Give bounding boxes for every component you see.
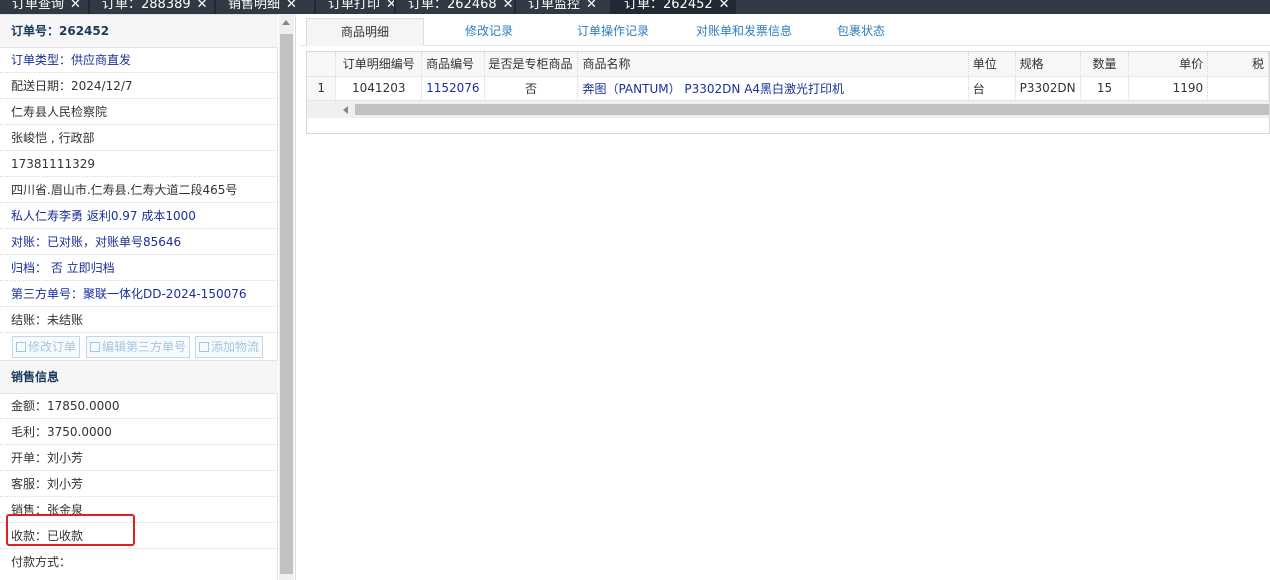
edit-icon bbox=[16, 342, 26, 352]
sales-info-header: 销售信息 bbox=[0, 360, 278, 394]
scroll-up-arrow-icon[interactable] bbox=[282, 20, 290, 25]
reconciliation-status: 对账：已对账，对账单号85646 bbox=[0, 229, 278, 255]
table-row[interactable]: 1 1041203 1152076 否 奔图（PANTUM） P3302DN A… bbox=[307, 76, 1269, 101]
tab-reconciliation-invoice[interactable]: 对账单和发票信息 bbox=[680, 18, 808, 46]
column-header[interactable]: 单价 bbox=[1128, 52, 1209, 77]
close-icon[interactable]: ✕ bbox=[719, 0, 730, 12]
detail-id-cell: 1041203 bbox=[335, 76, 423, 101]
sales-amount: 金额：17850.0000 bbox=[0, 393, 278, 419]
product-name-link[interactable]: 奔图（PANTUM） P3302DN A4黑白激光打印机 bbox=[577, 76, 969, 101]
grid-horizontal-scrollbar[interactable] bbox=[307, 101, 1269, 118]
close-icon[interactable]: ✕ bbox=[197, 0, 208, 12]
top-tab-bar: 订单查询 ✕ 订单：288389 ✕ 销售明细 ✕ 订单打印 ✕ 订单：262468 ✕ … bbox=[0, 0, 1270, 14]
gross-profit: 毛利：3750.0000 bbox=[0, 419, 278, 445]
customer-name: 仁寿县人民检察院 bbox=[0, 99, 278, 125]
tax-cell bbox=[1207, 76, 1269, 101]
settlement-status: 结账：未结账 bbox=[0, 307, 278, 333]
column-header[interactable]: 订单明细编号 bbox=[335, 52, 423, 77]
product-detail-grid: 订单明细编号 商品编号 是否是专柜商品 商品名称 单位 规格 数量 单价 税 1… bbox=[306, 51, 1270, 134]
horizontal-scrollbar-thumb[interactable] bbox=[355, 104, 1269, 115]
top-tab-label: 订单：262468 bbox=[408, 0, 497, 12]
row-number: 1 bbox=[307, 76, 337, 101]
column-header[interactable]: 是否是专柜商品 bbox=[484, 52, 579, 77]
top-tab-label: 销售明细 bbox=[228, 0, 281, 12]
tab-package-status[interactable]: 包裹状态 bbox=[812, 18, 910, 46]
row-number-header bbox=[307, 52, 337, 77]
contact-phone: 17381111329 bbox=[0, 151, 278, 177]
delivery-address: 四川省.眉山市.仁寿县.仁寿大道二段465号 bbox=[0, 177, 278, 203]
close-icon[interactable]: ✕ bbox=[286, 0, 297, 12]
column-header[interactable]: 数量 bbox=[1080, 52, 1130, 77]
top-tab-label: 订单打印 bbox=[328, 0, 381, 12]
unit-cell: 台 bbox=[968, 76, 1016, 101]
table-header-row: 订单明细编号 商品编号 是否是专柜商品 商品名称 单位 规格 数量 单价 税 bbox=[307, 52, 1269, 77]
top-tab-order-262452[interactable]: 订单：262452 ✕ bbox=[612, 0, 736, 14]
order-detail-panel: 商品明细 修改记录 订单操作记录 对账单和发票信息 包裹状态 订单明细编号 商品… bbox=[300, 14, 1270, 580]
top-tab-order-query[interactable]: 订单查询 ✕ bbox=[0, 0, 90, 14]
tab-product-details[interactable]: 商品明细 bbox=[306, 18, 424, 46]
edit-third-party-button[interactable]: 编辑第三方单号 bbox=[86, 336, 191, 358]
close-icon[interactable]: ✕ bbox=[503, 0, 514, 12]
edit-third-party-label: 编辑第三方单号 bbox=[102, 340, 187, 354]
column-header[interactable]: 规格 bbox=[1015, 52, 1081, 77]
order-action-buttons: 修改订单 编辑第三方单号 添加物流 bbox=[0, 334, 278, 360]
order-type: 订单类型：供应商直发 bbox=[0, 47, 278, 73]
edit-order-button[interactable]: 修改订单 bbox=[12, 336, 81, 358]
top-tab-label: 订单监控 bbox=[528, 0, 581, 12]
unit-price-cell: 1190 bbox=[1128, 76, 1209, 101]
order-info-panel: 订单号：262452 订单类型：供应商直发 配送日期：2024/12/7 仁寿县… bbox=[0, 14, 296, 580]
customer-service: 客服：刘小芳 bbox=[0, 471, 278, 497]
add-logistics-label: 添加物流 bbox=[211, 340, 260, 354]
order-number-header: 订单号：262452 bbox=[0, 14, 278, 48]
rebate-info: 私人仁寿李勇 返利0.97 成本1000 bbox=[0, 203, 278, 229]
edit-order-label: 修改订单 bbox=[28, 340, 77, 354]
top-tab-label: 订单查询 bbox=[12, 0, 65, 12]
order-creator: 开单：刘小芳 bbox=[0, 445, 278, 471]
close-icon[interactable]: ✕ bbox=[386, 0, 394, 12]
edit-icon bbox=[199, 342, 209, 352]
column-header[interactable]: 税 bbox=[1207, 52, 1269, 77]
column-header[interactable]: 商品名称 bbox=[577, 52, 969, 77]
contact-person: 张峻恺 , 行政部 bbox=[0, 125, 278, 151]
payment-status-highlight bbox=[6, 514, 135, 546]
top-tab-order-print[interactable]: 订单打印 ✕ bbox=[316, 0, 396, 14]
add-logistics-button[interactable]: 添加物流 bbox=[195, 336, 264, 358]
column-header[interactable]: 商品编号 bbox=[421, 52, 485, 77]
top-tab-sales-detail[interactable]: 销售明细 ✕ bbox=[216, 0, 316, 14]
left-panel-scrollbar[interactable] bbox=[279, 14, 294, 580]
scroll-left-arrow-icon[interactable] bbox=[343, 106, 348, 114]
third-party-order-number: 第三方单号：聚联一体化DD-2024-150076 bbox=[0, 281, 278, 307]
archive-status[interactable]: 归档： 否 立即归档 bbox=[0, 255, 278, 281]
top-tab-label: 订单：288389 bbox=[102, 0, 191, 12]
column-header[interactable]: 单位 bbox=[968, 52, 1016, 77]
top-tab-order-monitor[interactable]: 订单监控 ✕ bbox=[516, 0, 612, 14]
order-info-content: 订单号：262452 订单类型：供应商直发 配送日期：2024/12/7 仁寿县… bbox=[0, 14, 278, 580]
tab-operation-log[interactable]: 订单操作记录 bbox=[552, 18, 674, 46]
scrollbar-thumb[interactable] bbox=[280, 34, 293, 574]
detail-tab-bar: 商品明细 修改记录 订单操作记录 对账单和发票信息 包裹状态 bbox=[300, 14, 1270, 46]
edit-icon bbox=[90, 342, 100, 352]
quantity-cell: 15 bbox=[1080, 76, 1130, 101]
is-counter-cell: 否 bbox=[484, 76, 579, 101]
spec-cell: P3302DN bbox=[1015, 76, 1081, 101]
top-tab-label: 订单：262452 bbox=[624, 0, 713, 12]
close-icon[interactable]: ✕ bbox=[586, 0, 597, 12]
top-tab-order-288389[interactable]: 订单：288389 ✕ bbox=[90, 0, 216, 14]
payment-method: 付款方式： bbox=[11, 555, 72, 569]
product-table: 订单明细编号 商品编号 是否是专柜商品 商品名称 单位 规格 数量 单价 税 1… bbox=[307, 52, 1269, 101]
tab-modification-history[interactable]: 修改记录 bbox=[430, 18, 548, 46]
close-icon[interactable]: ✕ bbox=[70, 0, 81, 12]
top-tab-order-262468[interactable]: 订单：262468 ✕ bbox=[396, 0, 516, 14]
product-id-link[interactable]: 1152076 bbox=[421, 76, 485, 101]
delivery-date: 配送日期：2024/12/7 bbox=[0, 73, 278, 99]
